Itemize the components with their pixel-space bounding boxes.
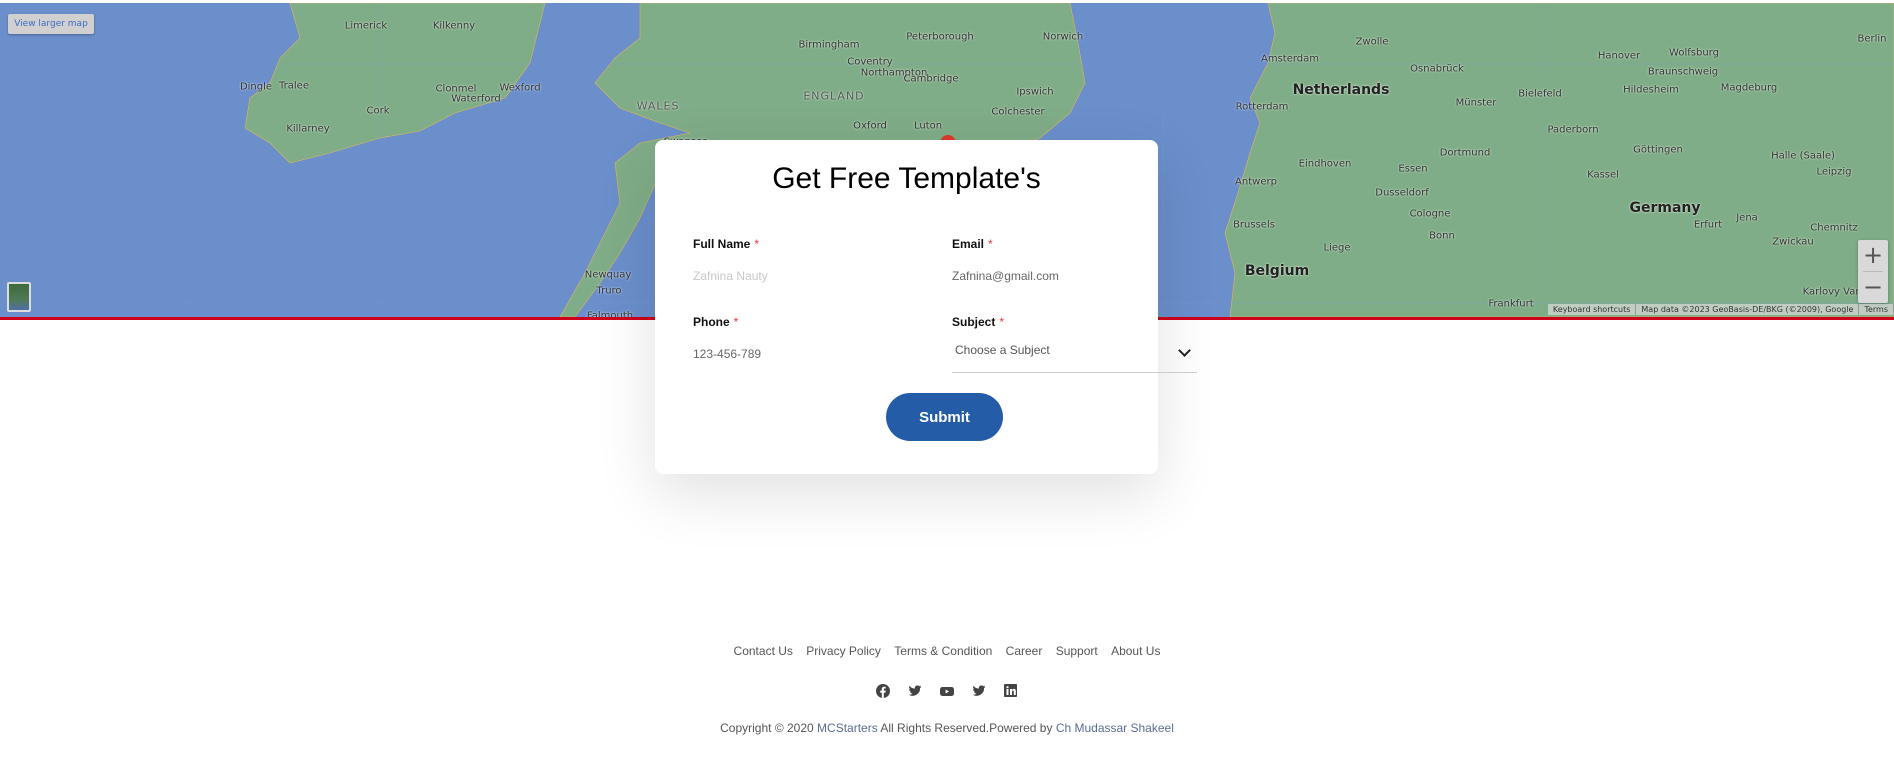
form-title: Get Free Template's — [772, 162, 1041, 195]
email-input[interactable]: Zafnina@gmail.com — [952, 269, 1059, 283]
map-place-label: Göttingen — [1633, 144, 1683, 156]
map-place-label: Braunschweig — [1647, 66, 1719, 78]
map-place-label: Wexford — [499, 82, 541, 94]
map-place-label: Wolfsburg — [1669, 47, 1719, 59]
map-place-label: Kassel — [1587, 169, 1619, 181]
template-form-card: Get Free Template's Full Name * Zafnina N… — [655, 140, 1197, 474]
map-place-label: Rotterdam — [1235, 101, 1289, 113]
view-larger-map-button[interactable]: View larger map — [8, 14, 94, 34]
copyright-text-mid: All Rights Reserved.Powered by — [877, 721, 1056, 735]
brand-link[interactable]: MCStarters — [817, 721, 878, 735]
map-place-label: Berlin — [1857, 33, 1887, 45]
map-place-label: Colchester — [991, 106, 1045, 118]
facebook-icon[interactable] — [876, 683, 890, 698]
footer-link-support[interactable]: Support — [1056, 644, 1098, 658]
zoom-in-button[interactable]: + — [1858, 240, 1888, 271]
email-label: Email * — [952, 237, 993, 251]
map-place-label: Birmingham — [798, 39, 860, 51]
map-place-label: Coventry — [847, 56, 893, 68]
map-place-label: ENGLAND — [803, 89, 865, 103]
map-place-label: Cologne — [1409, 208, 1451, 220]
social-icons — [0, 683, 1894, 698]
map-place-label: Cambridge — [903, 73, 959, 85]
subject-select[interactable]: Choose a Subject — [952, 338, 1197, 373]
phone-label: Phone * — [693, 315, 739, 329]
map-place-label: Norwich — [1042, 31, 1084, 43]
map-place-label: Germany — [1629, 200, 1701, 216]
map-place-label: Erfurt — [1693, 219, 1723, 231]
map-place-label: Tralee — [279, 80, 309, 92]
footer-link-terms[interactable]: Terms & Condition — [894, 644, 992, 658]
map-place-label: Limerick — [344, 20, 388, 32]
map-place-label: Netherlands — [1292, 82, 1390, 98]
map-place-label: Münster — [1455, 97, 1497, 109]
full-name-input[interactable]: Zafnina Nauty — [693, 269, 768, 283]
copyright: Copyright © 2020 MCStarters All Rights R… — [0, 721, 1894, 735]
footer-link-about-us[interactable]: About Us — [1111, 644, 1160, 658]
map-place-label: Brussels — [1233, 219, 1275, 231]
subject-label: Subject * — [952, 315, 1005, 329]
footer-links: Contact Us Privacy Policy Terms & Condit… — [0, 644, 1894, 658]
map-place-label: Newquay — [584, 269, 632, 281]
map-place-label: Antwerp — [1235, 176, 1277, 188]
map-place-label: Dingle — [239, 81, 273, 93]
phone-input[interactable]: 123-456-789 — [693, 347, 761, 361]
map-place-label: Eindhoven — [1298, 158, 1352, 170]
twitter-icon[interactable] — [908, 683, 922, 697]
map-attribution: Keyboard shortcuts Map data ©2023 GeoBas… — [1547, 304, 1894, 315]
map-place-label: Halle (Saale) — [1771, 150, 1835, 162]
footer-link-contact-us[interactable]: Contact Us — [734, 644, 793, 658]
map-place-label: Killarney — [286, 123, 330, 135]
map-place-label: Zwolle — [1355, 36, 1389, 48]
map-place-label: Hildesheim — [1623, 84, 1679, 96]
author-link[interactable]: Ch Mudassar Shakeel — [1056, 721, 1174, 735]
map-place-label: Ipswich — [1016, 86, 1054, 98]
map-place-label: Jena — [1736, 212, 1758, 224]
map-place-label: Paderborn — [1547, 124, 1599, 136]
map-place-label: Zwickau — [1772, 236, 1814, 248]
zoom-out-button[interactable]: − — [1858, 272, 1888, 303]
map-place-label: Kilkenny — [432, 20, 476, 32]
map-place-label: Oxford — [853, 120, 887, 132]
map-place-label: Peterborough — [906, 31, 974, 43]
footer-link-privacy-policy[interactable]: Privacy Policy — [806, 644, 881, 658]
footer-link-career[interactable]: Career — [1006, 644, 1043, 658]
youtube-icon[interactable] — [940, 683, 954, 697]
map-place-label: Karlovy Vary — [1802, 286, 1866, 298]
map-place-label: Leipzig — [1816, 166, 1852, 178]
map-place-label: WALES — [636, 99, 680, 113]
chevron-down-icon — [1178, 344, 1191, 357]
map-place-label: Belgium — [1244, 263, 1310, 279]
submit-button[interactable]: Submit — [886, 393, 1003, 441]
twitter-icon[interactable] — [972, 683, 986, 697]
map-place-label: Waterford — [451, 93, 501, 105]
map-place-label: Bielefeld — [1518, 88, 1562, 100]
map-data-text: Map data ©2023 GeoBasis-DE/BKG (©2009), … — [1636, 304, 1860, 315]
satellite-toggle[interactable] — [7, 282, 31, 312]
map-place-label: Magdeburg — [1720, 82, 1778, 94]
map-place-label: Cork — [366, 105, 390, 117]
map-place-label: Frankfurt — [1488, 298, 1534, 310]
linkedin-icon[interactable] — [1004, 683, 1018, 697]
map-place-label: Dusseldorf — [1375, 187, 1429, 199]
map-place-label: Liege — [1323, 242, 1351, 254]
map-place-label: Chemnitz — [1810, 222, 1858, 234]
map-place-label: Luton — [913, 120, 943, 132]
map-place-label: Bonn — [1429, 230, 1455, 242]
zoom-controls: + − — [1858, 240, 1888, 303]
map-place-label: Essen — [1398, 163, 1428, 175]
map-place-label: Hanover — [1597, 50, 1641, 62]
terms-link[interactable]: Terms — [1859, 304, 1894, 315]
map-place-label: Dortmund — [1439, 147, 1491, 159]
copyright-text: Copyright © 2020 — [720, 721, 818, 735]
map-place-label: Amsterdam — [1260, 53, 1320, 65]
keyboard-shortcuts-link[interactable]: Keyboard shortcuts — [1548, 304, 1637, 315]
map-place-label: Osnabrück — [1410, 63, 1464, 75]
full-name-label: Full Name * — [693, 237, 760, 251]
map-place-label: Truro — [596, 285, 622, 297]
